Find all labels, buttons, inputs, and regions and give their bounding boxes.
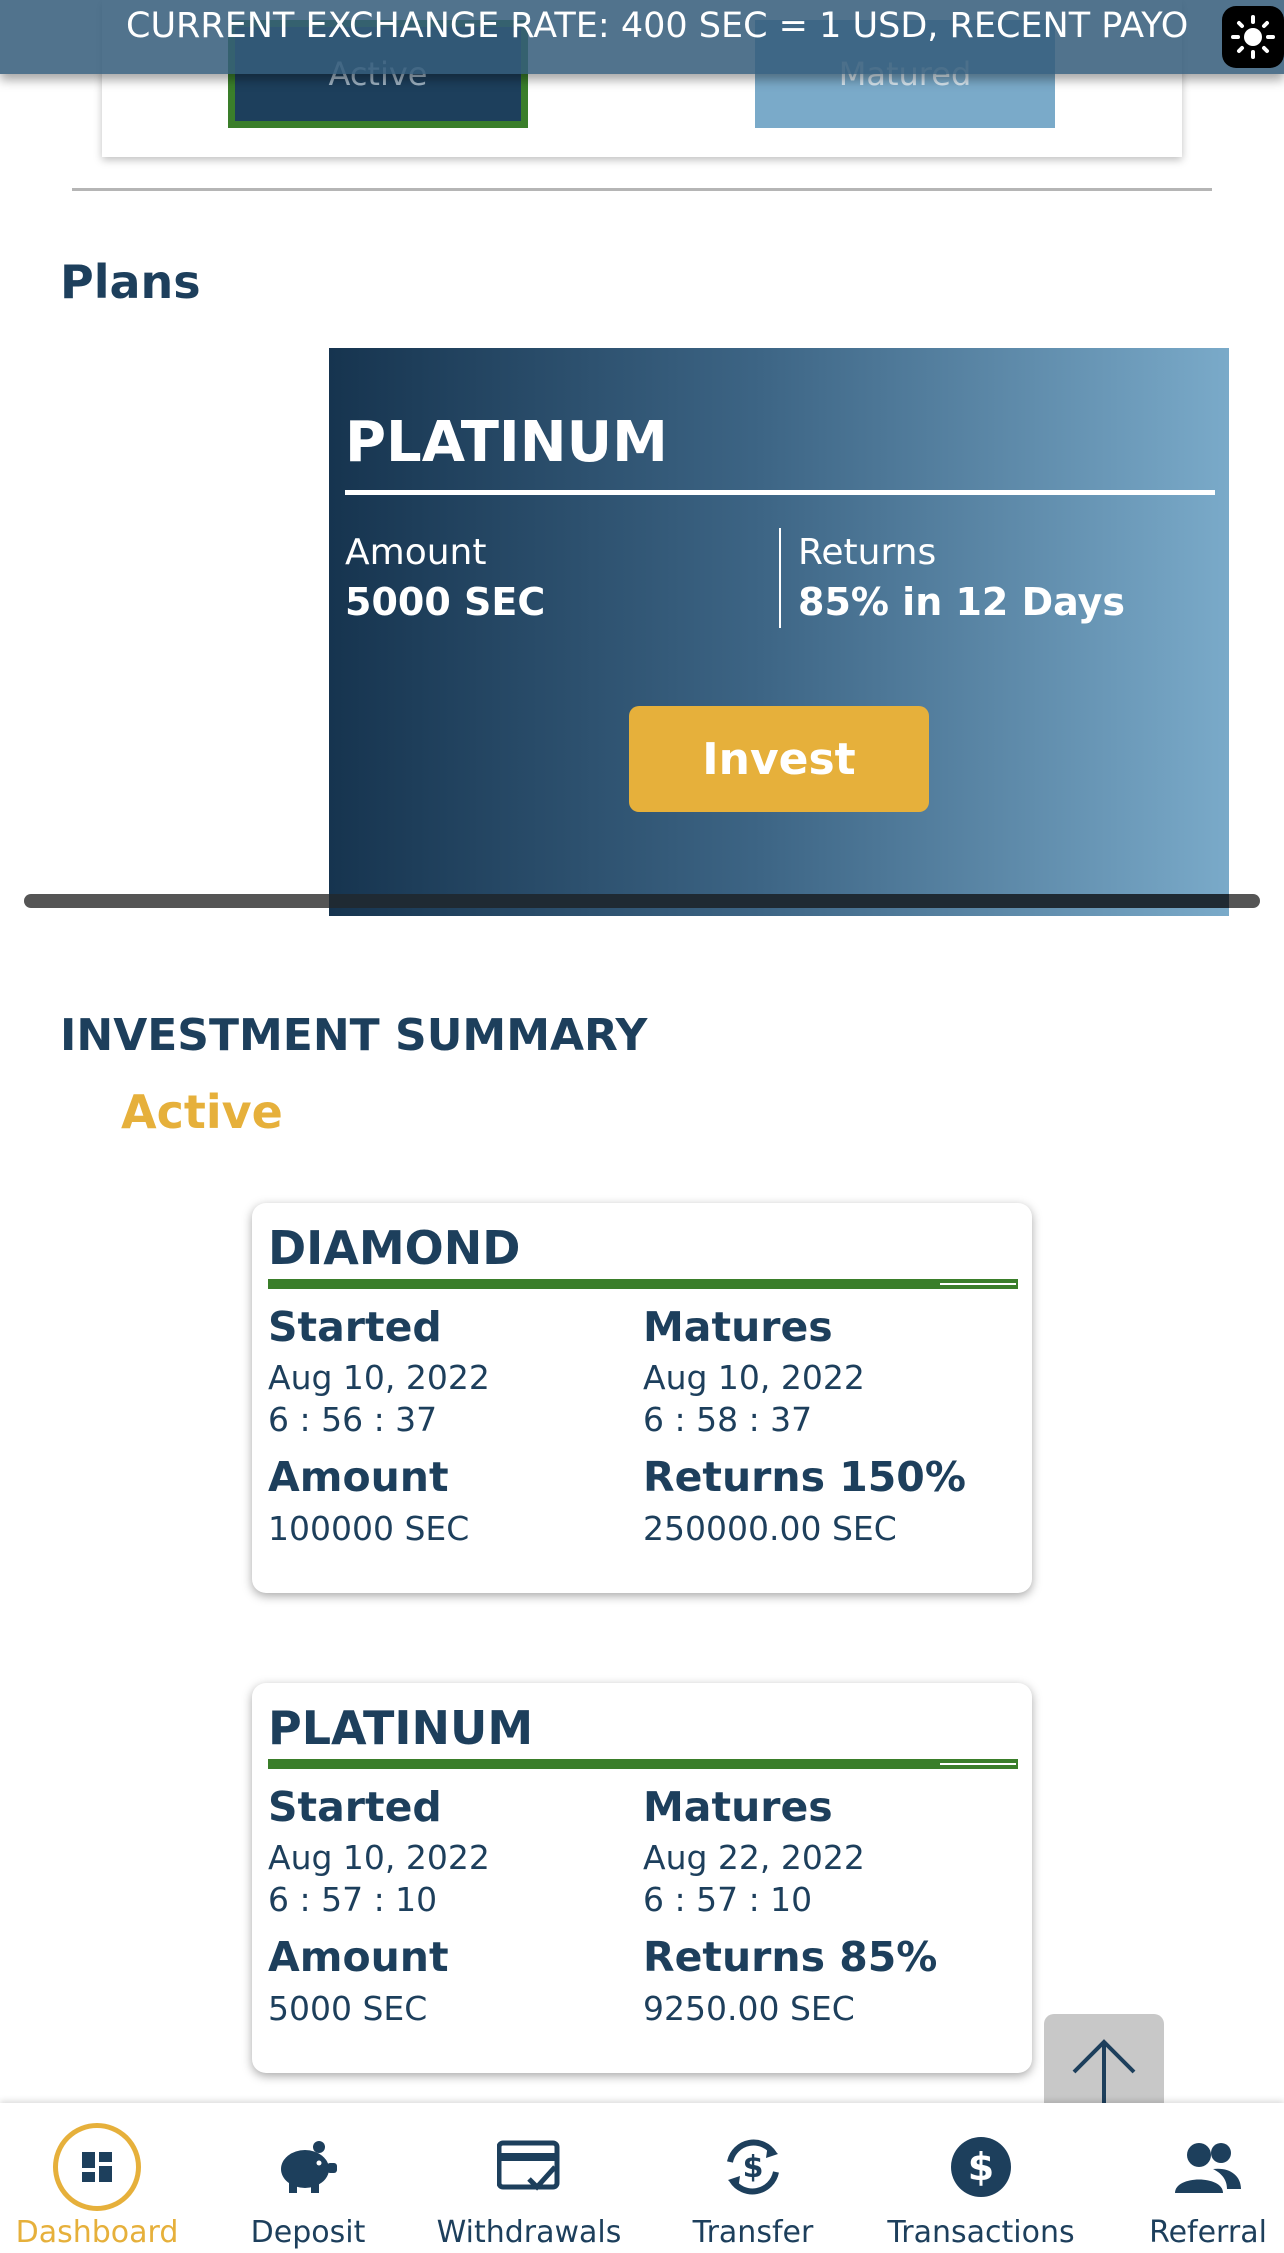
started-label: Started <box>268 1303 442 1351</box>
nav-label-referral: Referral <box>1149 2215 1267 2250</box>
plan-column-separator <box>779 528 781 628</box>
started-label: Started <box>268 1783 442 1831</box>
matures-label: Matures <box>643 1303 833 1351</box>
plans-heading: Plans <box>60 255 201 309</box>
invest-button[interactable]: Invest <box>629 706 929 812</box>
investment-progress-bar <box>268 1279 1018 1289</box>
investment-progress-bar <box>268 1759 1018 1769</box>
plan-card-platinum: PLATINUM Amount 5000 SEC Returns 85% in … <box>329 348 1229 916</box>
plan-amount-label: Amount <box>345 532 487 573</box>
summary-filter-label[interactable]: Active <box>121 1085 283 1139</box>
exchange-rate-ticker: CURRENT EXCHANGE RATE: 400 SEC = 1 USD, … <box>0 0 1284 74</box>
nav-item-deposit[interactable]: Deposit <box>234 2103 382 2253</box>
started-date: Aug 10, 2022 <box>268 1838 490 1877</box>
plan-divider <box>345 490 1215 495</box>
matures-time: 6 : 57 : 10 <box>643 1880 813 1919</box>
nav-label-transactions: Transactions <box>887 2215 1075 2250</box>
returns-label: Returns 150% <box>643 1453 966 1501</box>
amount-label: Amount <box>268 1933 449 1981</box>
svg-text:$: $ <box>968 2145 994 2189</box>
investment-plan-name: DIAMOND <box>268 1221 521 1275</box>
investment-plan-name: PLATINUM <box>268 1701 534 1755</box>
section-divider <box>72 188 1212 191</box>
nav-label-deposit: Deposit <box>250 2215 366 2250</box>
nav-item-referral[interactable]: Referral <box>1140 2103 1276 2253</box>
ticker-text: CURRENT EXCHANGE RATE: 400 SEC = 1 USD, … <box>126 6 1189 46</box>
nav-item-transfer[interactable]: $ Transfer <box>678 2103 828 2253</box>
matures-date: Aug 10, 2022 <box>643 1358 865 1397</box>
svg-text:$: $ <box>743 2150 764 2185</box>
piggy-bank-icon <box>264 2123 352 2211</box>
returns-value: 250000.00 SEC <box>643 1509 897 1548</box>
nav-item-transactions[interactable]: $ Transactions <box>886 2103 1076 2253</box>
nav-item-dashboard[interactable]: Dashboard <box>0 2103 194 2253</box>
amount-label: Amount <box>268 1453 449 1501</box>
nav-item-withdrawals[interactable]: Withdrawals <box>434 2103 624 2253</box>
nav-label-transfer: Transfer <box>692 2215 814 2250</box>
matures-label: Matures <box>643 1783 833 1831</box>
investment-card-platinum: PLATINUM Started Aug 10, 2022 6 : 57 : 1… <box>252 1683 1032 2073</box>
returns-value: 9250.00 SEC <box>643 1989 855 2028</box>
matures-date: Aug 22, 2022 <box>643 1838 865 1877</box>
nav-label-dashboard: Dashboard <box>15 2215 179 2250</box>
investment-summary-heading: INVESTMENT SUMMARY <box>60 1010 648 1061</box>
plan-name: PLATINUM <box>345 410 668 475</box>
progress-bar-highlight <box>940 1283 1016 1285</box>
started-time: 6 : 57 : 10 <box>268 1880 438 1919</box>
plans-scrollbar-thumb[interactable] <box>329 894 1229 908</box>
card-check-icon <box>485 2123 573 2211</box>
plan-amount-value: 5000 SEC <box>345 580 546 624</box>
theme-toggle-button[interactable] <box>1222 6 1284 68</box>
sun-icon <box>1231 15 1275 59</box>
users-icon <box>1164 2123 1252 2211</box>
exchange-icon: $ <box>709 2123 797 2211</box>
dollar-icon: $ <box>937 2123 1025 2211</box>
started-date: Aug 10, 2022 <box>268 1358 490 1397</box>
amount-value: 5000 SEC <box>268 1989 428 2028</box>
progress-bar-highlight <box>940 1763 1016 1765</box>
bottom-navigation: Dashboard Deposit Withdrawals $ Transfer… <box>0 2103 1284 2253</box>
plan-returns-label: Returns <box>798 532 937 573</box>
arrow-up-icon <box>1072 2039 1136 2109</box>
nav-label-withdrawals: Withdrawals <box>436 2215 622 2250</box>
dashboard-icon <box>53 2123 141 2211</box>
plan-returns-value: 85% in 12 Days <box>798 580 1126 624</box>
returns-label: Returns 85% <box>643 1933 938 1981</box>
started-time: 6 : 56 : 37 <box>268 1400 438 1439</box>
matures-time: 6 : 58 : 37 <box>643 1400 813 1439</box>
amount-value: 100000 SEC <box>268 1509 470 1548</box>
investment-card-diamond: DIAMOND Started Aug 10, 2022 6 : 56 : 37… <box>252 1203 1032 1593</box>
